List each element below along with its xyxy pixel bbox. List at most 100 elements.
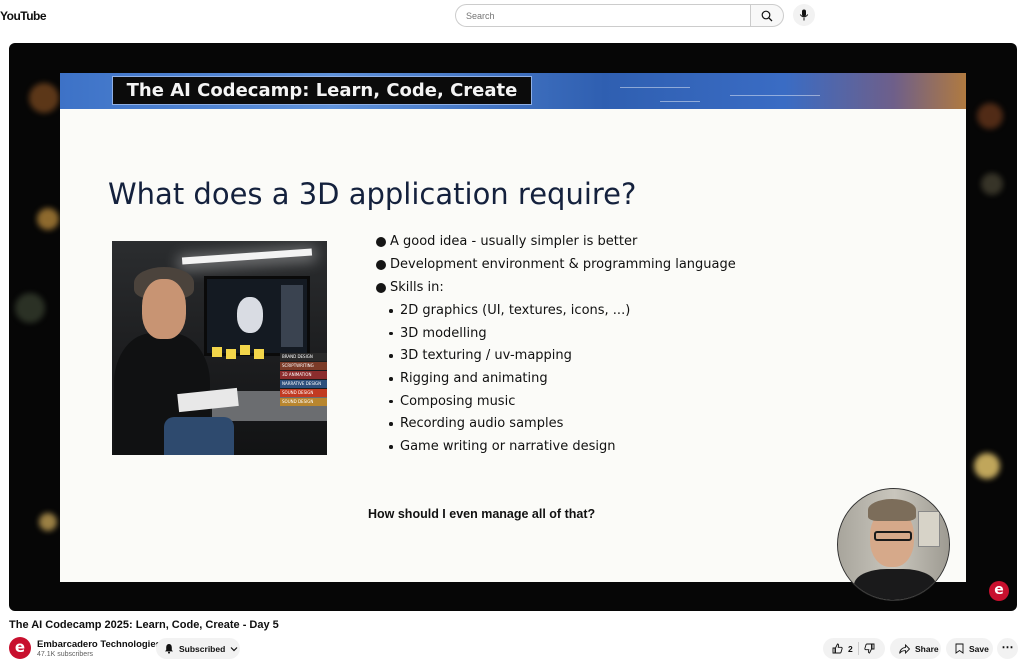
presenter-glasses [874,531,912,541]
presenter-hair [868,499,916,521]
background-bokeh [974,453,1000,479]
subscribed-label: Subscribed [179,643,226,654]
banner-line [620,87,690,88]
sub-bullet-dot-icon [389,309,393,313]
bookmark-icon [955,643,964,654]
like-divider [857,642,859,655]
like-count: 2 [848,643,853,654]
banner-line [660,101,700,102]
channel-watermark-icon[interactable]: e [989,581,1009,601]
like-button[interactable]: 2 [832,643,853,654]
book: 3D ANIMATION [280,371,327,379]
background-bokeh [29,83,59,113]
save-button[interactable]: Save [946,638,993,659]
sub-bullet-dot-icon [389,331,393,336]
search-button[interactable] [750,4,784,27]
banner-title-box: The AI Codecamp: Learn, Code, Create [112,76,532,105]
save-label: Save [969,643,989,654]
mic-icon [799,9,809,21]
thumbs-up-icon [832,643,843,654]
book: SOUND DESIGN [280,389,327,397]
search-bar [455,4,784,27]
sticky-note [226,349,236,359]
banner-title: The AI Codecamp: Learn, Code, Create [126,80,518,101]
monitor [204,276,310,356]
book: SCRIPTWRITING [280,362,327,370]
subscribed-button[interactable]: Subscribed [156,638,240,659]
background-bokeh [981,173,1003,195]
slide-heading: What does a 3D application require? [108,177,637,211]
sub-bullet-item: Composing music [376,394,736,417]
sub-bullet-text: 3D modelling [400,325,487,341]
dislike-button[interactable] [864,643,875,654]
sub-bullet-text: 3D texturing / uv-mapping [400,348,572,364]
sub-bullet-dot-icon [389,445,393,449]
slide-question: How should I even manage all of that? [368,507,596,521]
background-bokeh [37,208,59,230]
share-label: Share [915,643,939,654]
lamp [181,248,313,265]
youtube-logo[interactable]: YouTube [0,9,47,23]
presenter-poster [918,511,940,547]
like-dislike-group: 2 [823,638,885,659]
sub-bullet-item: Rigging and animating [376,371,736,394]
bullet-item: A good idea - usually simpler is better [376,234,736,257]
bullet-list: A good idea - usually simpler is better … [376,234,736,462]
sub-bullet-dot-icon [389,377,393,381]
bullet-text: Skills in: [390,280,444,295]
voice-search-button[interactable] [793,4,815,26]
sub-bullet-item: Game writing or narrative design [376,439,736,462]
bullet-dot-icon [376,260,386,270]
book: BRAND DESIGN [280,353,327,361]
chevron-down-icon [230,646,238,652]
sub-bullet-dot-icon [389,354,393,358]
sub-bullet-text: Game writing or narrative design [400,439,616,455]
background-bokeh [15,293,45,323]
presenter-webcam [837,488,950,601]
channel-name[interactable]: Embarcadero Technologies [37,639,161,650]
person-head [142,279,186,339]
background-bokeh [39,513,57,531]
book-stack: BRAND DESIGN SCRIPTWRITING 3D ANIMATION … [280,353,327,407]
search-icon [761,10,773,22]
presenter-body [854,569,936,600]
background-bokeh [977,103,1003,129]
bullet-item: Development environment & programming la… [376,257,736,280]
video-title: The AI Codecamp 2025: Learn, Code, Creat… [9,619,279,631]
share-button[interactable]: Share [890,638,941,659]
book: SOUND DESIGN [280,398,327,406]
thumbs-down-icon [864,643,875,654]
sub-bullet-item: 3D modelling [376,326,736,349]
video-player[interactable]: The AI Codecamp: Learn, Code, Create Wha… [9,43,1017,611]
subscriber-count: 47.1K subscribers [37,651,94,658]
more-actions-button[interactable]: ⋯ [997,638,1018,659]
sub-bullet-item: Recording audio samples [376,416,736,439]
bell-icon [164,643,174,654]
sub-bullet-text: 2D graphics (UI, textures, icons, ...) [400,303,631,318]
bullet-dot-icon [376,237,386,247]
monitor-panel [281,285,303,347]
sticky-note [254,349,264,359]
search-input[interactable] [455,4,750,27]
sub-bullet-item: 2D graphics (UI, textures, icons, ...) [376,303,736,326]
sub-bullet-dot-icon [389,422,393,426]
bullet-dot-icon [376,283,386,293]
sticky-note [212,347,222,357]
person-jeans [164,417,234,455]
sticky-note [240,345,250,355]
sub-bullet-item: 3D texturing / uv-mapping [376,348,736,371]
book: NARRATIVE DESIGN [280,380,327,388]
monitor-3d-figure [237,297,263,333]
bullet-item: Skills in: [376,280,736,303]
sub-bullet-text: Recording audio samples [400,416,564,432]
bullet-text: A good idea - usually simpler is better [390,234,638,249]
bullet-text: Development environment & programming la… [390,257,736,272]
share-arrow-icon [899,643,910,654]
sub-bullet-dot-icon [389,399,393,404]
slide-banner: The AI Codecamp: Learn, Code, Create [60,73,966,109]
developer-photo: BRAND DESIGN SCRIPTWRITING 3D ANIMATION … [112,241,327,455]
top-bar: YouTube [0,0,1024,32]
channel-avatar[interactable]: e [9,637,31,659]
presentation-slide: The AI Codecamp: Learn, Code, Create Wha… [60,73,966,582]
sub-bullet-text: Rigging and animating [400,371,548,387]
